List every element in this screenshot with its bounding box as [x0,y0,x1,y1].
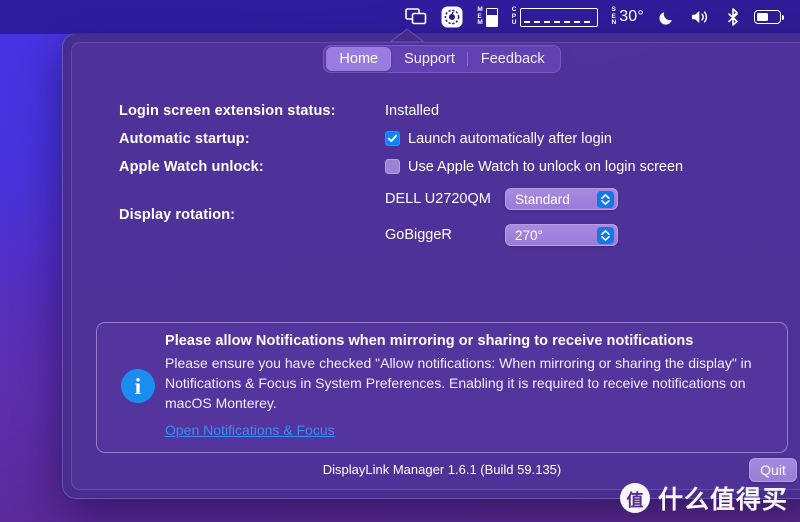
notification-body: Please allow Notifications when mirrorin… [165,333,773,440]
display-row-dell: DELL U2720QM Standard [385,188,618,210]
bluetooth-button[interactable] [719,0,747,34]
volume-icon [692,11,708,23]
cpu-indicator[interactable]: CPU [505,0,605,34]
automatic-startup-label: Automatic startup: [119,130,250,147]
row-automatic-startup: Automatic startup: Launch automatically … [119,128,781,149]
memory-bar [485,7,498,27]
watermark-badge-icon: 值 [619,483,650,513]
tab-feedback[interactable]: Feedback [466,47,558,71]
login-extension-status-label: Login screen extension status: [119,102,336,119]
battery-icon [754,10,784,24]
quit-button[interactable]: Quit [749,458,797,482]
notification-icon-wrap: i [111,369,165,404]
tab-bar: Home Support Feedback [63,45,800,73]
notification-banner: i Please allow Notifications when mirror… [96,322,788,453]
memory-indicator[interactable]: MEM [470,0,504,34]
cpu-graph [519,7,598,27]
info-icon: i [121,369,155,404]
sensor-label: SEN [611,6,617,27]
bluetooth-icon [728,7,738,26]
display-name-gobigger: GoBiggeR [385,227,452,243]
display-rotation-values: DELL U2720QM Standard GoBiggeR 270° [385,184,618,246]
chevron-updown-glyph [601,229,610,241]
rotation-select-dell[interactable]: Standard [505,188,618,210]
chevron-updown-glyph [601,193,610,205]
watermark-text: 什么值得买 [657,485,788,514]
cpu-label: CPU [511,6,517,27]
settings-list: Login screen extension status: Installed… [119,100,781,253]
stats-app-icon [441,6,463,28]
automatic-startup-checkbox[interactable] [385,131,400,146]
row-display-rotation: Display rotation: DELL U2720QM Standard [119,184,781,246]
version-text: DisplayLink Manager 1.6.1 (Build 59.135) [322,462,562,477]
open-notifications-focus-link[interactable]: Open Notifications & Focus [165,422,335,438]
menu-popover-pointer [390,28,424,42]
tab-home[interactable]: Home [326,47,392,71]
apple-watch-unlock-checkbox-group[interactable]: Use Apple Watch to unlock on login scree… [385,159,683,175]
rotation-select-dell-value: Standard [515,191,570,207]
login-extension-status-value: Installed [385,102,440,119]
apple-watch-unlock-checkbox[interactable] [385,159,400,174]
automatic-startup-checkbox-label: Launch automatically after login [408,130,612,147]
apple-watch-unlock-label: Apple Watch unlock: [119,158,264,175]
watermark: 值 什么值得买 [619,480,788,516]
row-apple-watch-unlock: Apple Watch unlock: Use Apple Watch to u… [119,156,781,177]
memory-label: MEM [477,6,483,27]
displaylink-manager-window: Home Support Feedback Login screen exten… [62,33,800,499]
notification-title: Please allow Notifications when mirrorin… [165,333,694,349]
rotation-select-gobigger[interactable]: 270° [505,224,618,246]
display-name-dell: DELL U2720QM [385,191,491,207]
chevron-updown-icon [597,190,614,208]
stats-menu-icon[interactable] [434,0,470,34]
notification-text: Please ensure you have checked "Allow no… [165,355,752,411]
moon-icon [659,12,672,25]
do-not-disturb-button[interactable] [651,0,683,34]
volume-button[interactable] [683,0,719,34]
automatic-startup-checkbox-group[interactable]: Launch automatically after login [385,131,612,147]
row-login-extension-status: Login screen extension status: Installed [119,100,781,121]
displaylink-icon [405,8,427,25]
chevron-updown-icon [597,226,614,244]
tab-support[interactable]: Support [390,47,468,71]
battery-button[interactable] [747,0,788,34]
display-rotation-label: Display rotation: [119,207,236,223]
display-row-gobigger: GoBiggeR 270° [385,224,618,246]
rotation-select-gobigger-value: 270° [515,227,543,243]
sensor-value: 30° [619,8,644,25]
sensor-temperature[interactable]: SEN 30° [605,0,652,34]
apple-watch-unlock-checkbox-label: Use Apple Watch to unlock on login scree… [408,158,684,175]
checkmark-icon [387,134,398,142]
